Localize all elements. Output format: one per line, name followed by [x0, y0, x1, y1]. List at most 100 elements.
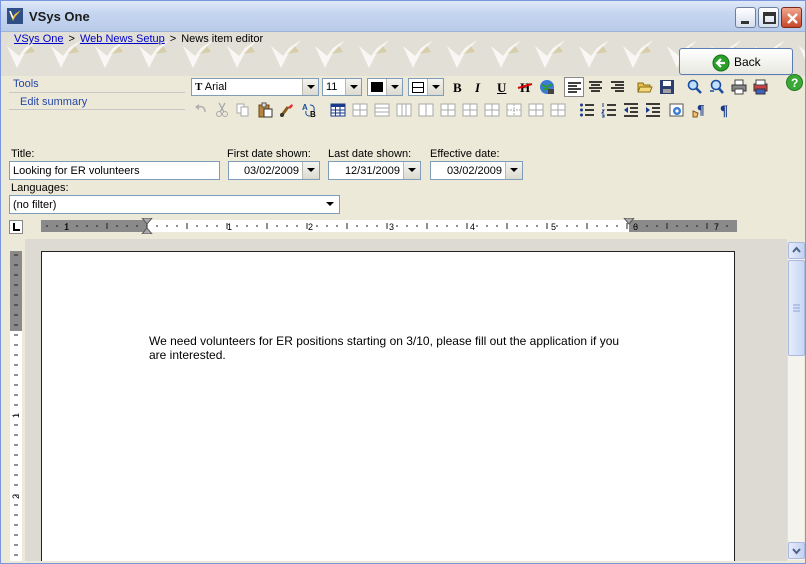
align-right-button[interactable] [608, 77, 628, 97]
table-column-icon [418, 103, 434, 117]
align-right-icon [611, 81, 624, 92]
vertical-scrollbar[interactable] [787, 242, 805, 560]
copy-button[interactable] [233, 100, 253, 120]
first-date-picker[interactable]: 03/02/2009 [228, 161, 320, 180]
title-bar[interactable]: VSys One [1, 1, 805, 32]
chevron-down-icon[interactable] [345, 79, 361, 95]
table-row-icon [352, 103, 368, 117]
chevron-down-icon[interactable] [302, 162, 319, 179]
app-window: VSys One VSys One > Web News Setup > News it… [0, 0, 806, 564]
minimize-button[interactable] [735, 7, 756, 28]
chevron-down-icon[interactable] [403, 162, 420, 179]
text-color-select[interactable] [367, 78, 403, 96]
bold-button[interactable]: B [453, 80, 462, 96]
show-formatting-marks-button[interactable]: ¶ [715, 100, 735, 120]
breadcrumb-link-home[interactable]: VSys One [14, 33, 64, 45]
svg-text:¶: ¶ [697, 103, 705, 118]
table-cell-icon [506, 103, 522, 117]
merge-cells-button[interactable] [482, 100, 502, 120]
search-next-icon [710, 79, 724, 94]
decrease-indent-button[interactable] [621, 100, 641, 120]
replace-button[interactable]: AB [300, 100, 320, 120]
edit-summary-link[interactable]: Edit summary [20, 96, 87, 108]
paste-button[interactable] [255, 100, 275, 120]
chevron-down-icon[interactable] [427, 79, 443, 95]
horizontal-ruler[interactable]: 1 1 2 3 4 5 6 7 [41, 218, 737, 234]
divider [9, 92, 185, 93]
insert-image-button[interactable] [667, 100, 687, 120]
insert-table-button[interactable] [328, 100, 348, 120]
bullet-list-icon [580, 103, 594, 117]
chevron-down-icon[interactable] [386, 79, 402, 95]
border-style-select[interactable] [408, 78, 444, 96]
delete-row-button[interactable] [438, 100, 458, 120]
ruler-label: 1 [11, 413, 21, 418]
languages-select[interactable]: (no filter) [9, 195, 340, 214]
svg-text:¶: ¶ [720, 103, 728, 118]
svg-text:6: 6 [633, 222, 638, 232]
find-button[interactable] [685, 77, 705, 97]
table-properties-button[interactable] [526, 100, 546, 120]
insert-column-left-button[interactable] [394, 100, 414, 120]
scissors-icon [216, 102, 228, 117]
table-cell-icon [440, 103, 456, 117]
scroll-up-button[interactable] [788, 242, 805, 259]
chevron-down-icon[interactable] [302, 79, 318, 95]
svg-text:5: 5 [551, 222, 556, 232]
tab-stop-selector[interactable] [9, 220, 23, 234]
bullet-list-button[interactable] [577, 100, 597, 120]
breadcrumb-current: News item editor [181, 33, 264, 45]
languages-label: Languages: [11, 182, 69, 194]
print-preview-button[interactable] [751, 77, 771, 97]
window-title: VSys One [29, 9, 90, 24]
chevron-down-icon[interactable] [322, 196, 339, 213]
italic-button[interactable]: I [475, 80, 480, 96]
chevron-down-icon[interactable] [505, 162, 522, 179]
save-button[interactable] [657, 77, 677, 97]
find-next-button[interactable] [707, 77, 727, 97]
show-hidden-pointer-button[interactable]: ¶ [689, 100, 709, 120]
undo-button[interactable] [191, 100, 211, 120]
scroll-down-button[interactable] [788, 542, 805, 559]
print-button[interactable] [729, 77, 749, 97]
scroll-thumb[interactable] [788, 260, 805, 356]
color-swatch [371, 82, 383, 92]
outdent-icon [624, 103, 638, 117]
insert-hyperlink-button[interactable] [537, 77, 557, 97]
document-page[interactable]: We need volunteers for ER positions star… [41, 251, 735, 561]
insert-column-right-button[interactable] [416, 100, 436, 120]
increase-indent-button[interactable] [643, 100, 663, 120]
underline-button[interactable]: U [497, 80, 506, 96]
maximize-button[interactable] [758, 7, 779, 28]
strikethrough-button[interactable]: H [515, 77, 535, 97]
font-size-select[interactable]: 11 [322, 78, 362, 96]
format-painter-button[interactable] [277, 100, 297, 120]
effective-date-picker[interactable]: 03/02/2009 [430, 161, 523, 180]
breadcrumb-link-web-news-setup[interactable]: Web News Setup [80, 33, 165, 45]
cell-properties-button[interactable] [548, 100, 568, 120]
document-canvas[interactable]: We need volunteers for ER positions star… [25, 239, 787, 561]
help-icon[interactable]: ? [786, 74, 803, 91]
print-preview-icon [753, 79, 768, 95]
vertical-ruler[interactable]: 1 2 [7, 251, 25, 561]
insert-row-above-button[interactable] [350, 100, 370, 120]
close-button[interactable] [781, 7, 802, 28]
align-center-button[interactable] [586, 77, 606, 97]
insert-row-below-button[interactable] [372, 100, 392, 120]
table-row-icon [374, 103, 390, 117]
last-date-picker[interactable]: 12/31/2009 [328, 161, 421, 180]
copy-icon [236, 103, 249, 117]
cut-button[interactable] [212, 100, 232, 120]
title-input[interactable]: Looking for ER volunteers [9, 161, 220, 180]
numbered-list-button[interactable] [599, 100, 619, 120]
left-tab-icon [13, 223, 20, 231]
split-cell-button[interactable] [504, 100, 524, 120]
align-left-button[interactable] [564, 77, 584, 97]
open-file-button[interactable] [635, 77, 655, 97]
back-button[interactable]: Back [679, 48, 793, 75]
ruler-label: 5 [551, 222, 556, 232]
document-text[interactable]: We need volunteers for ER positions star… [149, 334, 629, 362]
font-family-select[interactable]: T Arial [191, 78, 319, 96]
delete-column-button[interactable] [460, 100, 480, 120]
brush-icon [280, 104, 293, 117]
